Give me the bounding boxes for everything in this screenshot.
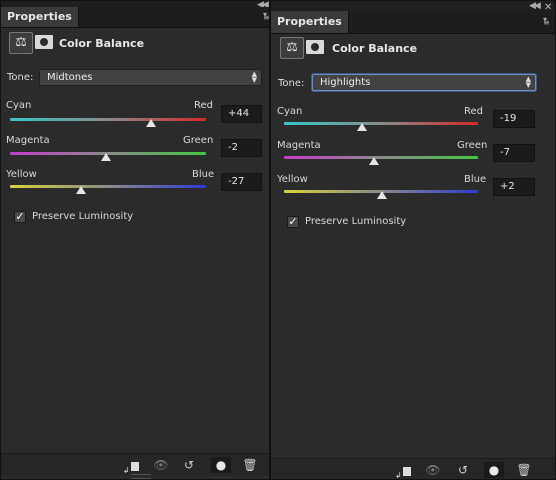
yellow-blue-value-field[interactable]: -27 bbox=[221, 173, 262, 191]
eye-icon[interactable]: ● bbox=[484, 462, 504, 478]
magenta-green-thumb[interactable] bbox=[101, 153, 111, 161]
eye-icon[interactable]: ● bbox=[211, 457, 231, 473]
clip-to-layer-icon[interactable]: ↲ bbox=[393, 462, 413, 479]
panel-tab-bar: Properties ▾ ≡ bbox=[1, 7, 269, 28]
slider-left-label-cyan: Cyan bbox=[277, 106, 303, 117]
magenta-green-value-field[interactable]: -2 bbox=[221, 139, 262, 157]
magenta-green-track[interactable] bbox=[284, 156, 478, 159]
reset-icon[interactable]: ↺ bbox=[179, 457, 199, 473]
slider-left-label-magenta: Magenta bbox=[277, 140, 321, 151]
close-icon[interactable]: ✕ bbox=[544, 2, 552, 13]
balance-scale-icon[interactable]: ⚖ bbox=[9, 32, 33, 54]
yellow-blue-thumb[interactable] bbox=[76, 186, 86, 194]
preserve-luminosity-checkbox[interactable]: ✓ bbox=[14, 211, 26, 223]
slider-left-label-cyan: Cyan bbox=[6, 100, 32, 111]
trash-icon[interactable]: 🗑 bbox=[514, 462, 534, 478]
cyan-red-thumb[interactable] bbox=[357, 123, 367, 131]
yellow-blue-track[interactable] bbox=[10, 185, 206, 188]
adjustment-title: Color Balance bbox=[332, 42, 418, 55]
layer-mask-icon[interactable] bbox=[35, 35, 53, 49]
clip-to-layer-icon[interactable]: ↲ bbox=[121, 457, 141, 475]
slider-left-label-magenta: Magenta bbox=[6, 135, 50, 146]
slider-left-label-yellow: Yellow bbox=[6, 169, 37, 180]
tone-label: Tone: bbox=[7, 72, 34, 83]
slider-right-label-green: Green bbox=[183, 135, 214, 146]
slider-right-label-red: Red bbox=[194, 100, 213, 111]
cyan-red-track[interactable] bbox=[284, 122, 478, 125]
tone-label: Tone: bbox=[278, 78, 305, 89]
chevron-updown-icon: ▲ ▼ bbox=[525, 75, 531, 89]
preserve-luminosity-label: Preserve Luminosity bbox=[32, 211, 134, 222]
preserve-luminosity-checkbox[interactable]: ✓ bbox=[287, 216, 299, 228]
panel-tab-bar: Properties ✕ ▾ ≡ bbox=[271, 2, 555, 34]
view-previous-state-icon[interactable]: 👁 bbox=[151, 457, 171, 473]
properties-panel-right: ◀◀ Properties ✕ ▾ ≡ ⚖ Color Balance Tone:… bbox=[270, 0, 556, 480]
yellow-blue-value-field[interactable]: +2 bbox=[493, 178, 535, 196]
slider-right-label-red: Red bbox=[464, 106, 483, 117]
panel-menu-icon[interactable]: ▾ ≡ bbox=[543, 16, 553, 27]
preserve-luminosity-label: Preserve Luminosity bbox=[305, 216, 407, 227]
balance-scale-icon[interactable]: ⚖ bbox=[280, 37, 304, 59]
slider-left-label-yellow: Yellow bbox=[277, 174, 308, 185]
reset-icon[interactable]: ↺ bbox=[453, 462, 473, 478]
slider-right-label-green: Green bbox=[457, 140, 488, 151]
tone-select[interactable]: Midtones ▲ ▼ bbox=[39, 69, 262, 86]
yellow-blue-thumb[interactable] bbox=[377, 191, 387, 199]
layer-mask-icon[interactable] bbox=[306, 40, 324, 54]
tone-select[interactable]: Highlights ▲ ▼ bbox=[312, 74, 536, 91]
panel-menu-icon[interactable]: ▾ ≡ bbox=[263, 11, 269, 22]
cyan-red-value-field[interactable]: +44 bbox=[221, 105, 262, 123]
resize-grip-icon[interactable] bbox=[131, 474, 151, 479]
tone-select-value: Highlights bbox=[320, 77, 371, 88]
panel-footer: ↲ 👁 ↺ ● 🗑 bbox=[271, 458, 555, 479]
double-chevron-left-icon[interactable]: ◀◀ bbox=[529, 1, 541, 11]
view-previous-state-icon[interactable]: 👁 bbox=[423, 462, 443, 478]
magenta-green-thumb[interactable] bbox=[369, 157, 379, 165]
cyan-red-thumb[interactable] bbox=[146, 119, 156, 127]
chevron-updown-icon: ▲ ▼ bbox=[251, 70, 257, 84]
cyan-red-value-field[interactable]: -19 bbox=[493, 110, 535, 128]
cyan-red-track[interactable] bbox=[10, 118, 206, 121]
slider-right-label-blue: Blue bbox=[464, 174, 487, 185]
tab-properties[interactable]: Properties bbox=[1, 7, 79, 27]
tone-select-value: Midtones bbox=[47, 72, 93, 83]
slider-right-label-blue: Blue bbox=[192, 169, 215, 180]
magenta-green-value-field[interactable]: -7 bbox=[493, 144, 535, 162]
tab-properties[interactable]: Properties bbox=[271, 11, 349, 33]
panel-top-strip bbox=[271, 1, 555, 11]
adjustment-title: Color Balance bbox=[59, 37, 145, 50]
panel-footer: ↲ 👁 ↺ ● 🗑 bbox=[1, 453, 269, 479]
adjustment-header: ⚖ Color Balance bbox=[1, 29, 269, 59]
trash-icon[interactable]: 🗑 bbox=[240, 457, 260, 473]
properties-panel-left: ◀◀ Properties ▾ ≡ ⚖ Color Balance Tone: M… bbox=[0, 0, 270, 480]
adjustment-header: ⚖ Color Balance bbox=[271, 34, 555, 64]
